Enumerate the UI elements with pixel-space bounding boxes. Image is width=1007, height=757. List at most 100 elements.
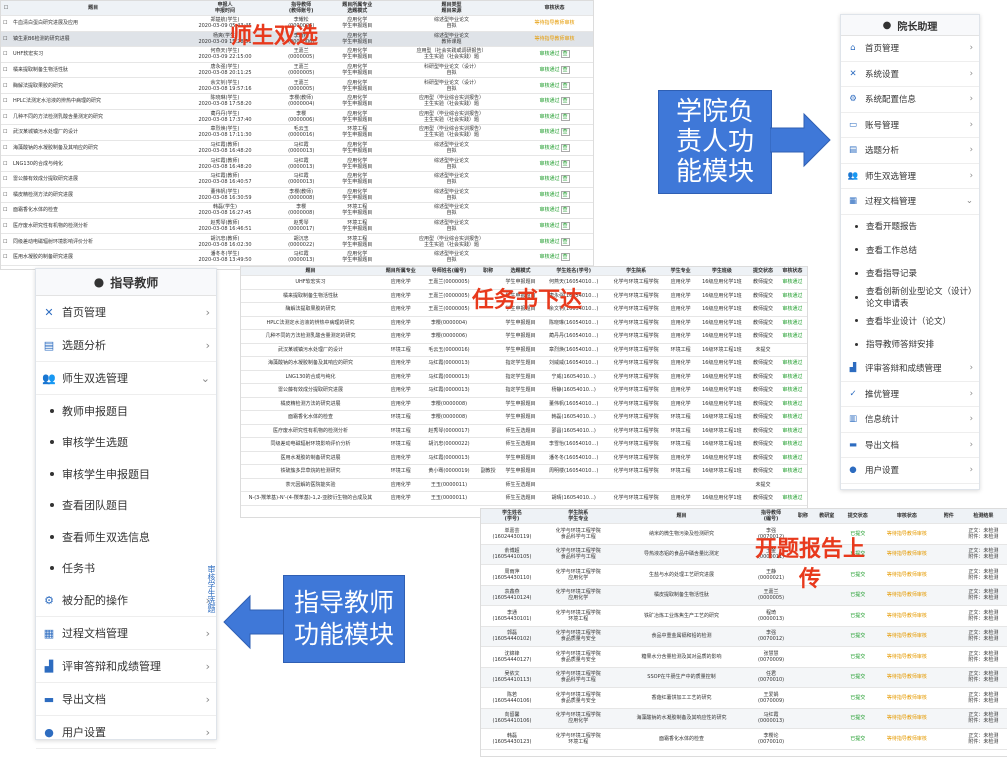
row-checkbox[interactable]: ☐	[1, 124, 11, 141]
status-cell[interactable]: 审核通过	[777, 397, 807, 411]
sidebar-subitem[interactable]: 查看团队题目	[36, 490, 216, 522]
view-button[interactable]: 查	[560, 97, 570, 106]
sidebar-item[interactable]: ▦ 过程文档管理 ›	[36, 617, 216, 650]
status-cell[interactable]: 等待指导教师审核	[875, 667, 939, 688]
sidebar-subitem[interactable]: 任务书	[36, 553, 216, 585]
status-cell[interactable]: 审核通过	[777, 289, 807, 303]
status-cell[interactable]: 审核通过查	[516, 77, 593, 94]
row-checkbox[interactable]: ☐	[1, 15, 11, 32]
view-button[interactable]: 查	[560, 128, 570, 137]
view-button[interactable]: 查	[560, 175, 570, 184]
sidebar-subitem[interactable]: 查看毕业设计（论文）	[841, 309, 979, 333]
status-cell[interactable]: 审核通过查	[516, 124, 593, 141]
sidebar-item[interactable]: ▬ 导出文档 ›	[841, 433, 979, 458]
status-cell[interactable]: 等待指导教师审核	[875, 585, 939, 606]
sidebar-item[interactable]: ▟ 评审答辩和成绩管理 ›	[36, 650, 216, 683]
status-cell[interactable]: 等待指导教师审核	[516, 15, 593, 32]
sidebar-subitem[interactable]: 查看工作总结	[841, 238, 979, 262]
view-button[interactable]: 查	[560, 66, 570, 75]
status-cell[interactable]: 审核通过查	[516, 171, 593, 188]
sidebar-subitem[interactable]: 审核学生申报题目	[36, 458, 216, 490]
view-button[interactable]: 查	[560, 112, 570, 121]
view-button[interactable]: 查	[560, 81, 570, 90]
status-cell[interactable]: 审核通过	[777, 491, 807, 506]
sidebar-item[interactable]: ✕ 首页管理 ›	[36, 296, 216, 329]
status-cell[interactable]: 审核通过	[777, 370, 807, 384]
attachment-cell[interactable]	[938, 523, 959, 545]
sidebar-item[interactable]: ⚙ 被分配的操作 ›	[36, 584, 216, 617]
sidebar-item[interactable]: ▟ 评审答辩和成绩管理 ›	[841, 356, 979, 382]
status-cell[interactable]: 等待指导教师审核	[516, 31, 593, 48]
attachment-cell[interactable]	[938, 585, 959, 606]
status-cell[interactable]: 审核通过	[777, 451, 807, 465]
status-cell[interactable]: 审核通过查	[516, 46, 593, 63]
sidebar-item[interactable]: ▬ 导出文档 ›	[36, 683, 216, 716]
sidebar-item[interactable]: ✓ 推优管理 ›	[841, 382, 979, 407]
row-checkbox[interactable]: ☐	[1, 202, 11, 219]
status-cell[interactable]: 等待指导教师审核	[875, 626, 939, 647]
row-checkbox[interactable]: ☐	[1, 93, 11, 110]
status-cell[interactable]: 审核通过	[777, 329, 807, 344]
view-button[interactable]: 查	[560, 50, 570, 59]
status-cell[interactable]: 审核通过	[777, 464, 807, 479]
view-button[interactable]: 查	[560, 253, 570, 262]
row-checkbox[interactable]: ☐	[1, 62, 11, 79]
sidebar-subitem[interactable]: 指导教师答辩安排	[841, 333, 979, 357]
row-checkbox[interactable]: ☐	[1, 109, 11, 126]
sidebar-item[interactable]: ⌂ 首页管理 ›	[841, 36, 979, 62]
status-cell[interactable]: 等待指导教师审核	[875, 564, 939, 586]
status-cell[interactable]: 审核通过查	[516, 93, 593, 110]
row-checkbox[interactable]: ☐	[1, 155, 11, 172]
status-cell[interactable]: 审核通过查	[516, 249, 593, 266]
status-cell[interactable]: 等待指导教师审核	[875, 708, 939, 729]
attachment-cell[interactable]	[938, 544, 959, 565]
sidebar-subitem[interactable]: 审核学生选题	[36, 427, 216, 459]
sidebar-item[interactable]: ▤ 选题分析 ›	[36, 329, 216, 362]
status-cell[interactable]: 审核通过	[777, 410, 807, 425]
status-cell[interactable]: 审核通过	[777, 437, 807, 452]
attachment-cell[interactable]	[938, 646, 959, 668]
attachment-cell[interactable]	[938, 708, 959, 729]
attachment-cell[interactable]	[938, 667, 959, 688]
status-cell[interactable]: 等待指导教师审核	[875, 687, 939, 709]
sidebar-subitem[interactable]: 教师申报题目	[36, 395, 216, 427]
sidebar-item[interactable]: ● 用户设置 ›	[841, 458, 979, 484]
row-checkbox[interactable]: ☐	[1, 77, 11, 94]
view-button[interactable]: 查	[560, 206, 570, 215]
sidebar-item[interactable]: ⚙ 系统配置信息 ›	[841, 87, 979, 113]
attachment-cell[interactable]	[938, 728, 959, 750]
status-cell[interactable]: 等待指导教师审核	[875, 728, 939, 750]
view-button[interactable]: 查	[560, 159, 570, 168]
status-cell[interactable]: 审核通过	[777, 302, 807, 317]
view-button[interactable]: 查	[560, 237, 570, 246]
row-checkbox[interactable]: ☐	[1, 249, 11, 266]
row-checkbox[interactable]: ☐	[1, 171, 11, 188]
attachment-cell[interactable]	[938, 564, 959, 586]
sidebar-item[interactable]: 👥 师生双选管理 ›	[841, 164, 979, 189]
sidebar-item[interactable]: ● 用户设置 ›	[36, 716, 216, 749]
status-cell[interactable]: 审核通过查	[516, 187, 593, 204]
row-checkbox[interactable]: ☐	[1, 233, 11, 250]
status-cell[interactable]: 审核通过查	[516, 218, 593, 235]
sidebar-item[interactable]: ▭ 账号管理 ›	[841, 113, 979, 138]
status-cell[interactable]: 审核通过	[777, 275, 807, 290]
row-checkbox[interactable]: ☐	[1, 46, 11, 63]
row-checkbox[interactable]: ☐	[1, 31, 11, 48]
status-cell[interactable]: 等待指导教师审核	[875, 646, 939, 668]
status-cell[interactable]: 审核通过查	[516, 109, 593, 126]
status-cell[interactable]: 审核通过	[777, 316, 807, 330]
sidebar-subitem[interactable]: 查看创新创业型论文（设计）论文申请表	[841, 285, 979, 309]
sidebar-subitem[interactable]: 查看师生双选信息	[36, 521, 216, 553]
row-checkbox[interactable]: ☐	[1, 140, 11, 157]
row-checkbox[interactable]: ☐	[1, 187, 11, 204]
sidebar-subitem[interactable]: 查看开题报告	[841, 215, 979, 239]
attachment-cell[interactable]	[938, 626, 959, 647]
status-cell[interactable]: 审核通过	[777, 383, 807, 398]
status-cell[interactable]: 等待指导教师审核	[875, 523, 939, 545]
status-cell[interactable]: 等待指导教师审核	[875, 605, 939, 627]
view-button[interactable]: 查	[560, 144, 570, 153]
status-cell[interactable]: 审核通过查	[516, 140, 593, 157]
attachment-cell[interactable]	[938, 605, 959, 627]
status-cell[interactable]: 审核通过查	[516, 62, 593, 79]
sidebar-item[interactable]: ▤ 选题分析 ›	[841, 138, 979, 164]
